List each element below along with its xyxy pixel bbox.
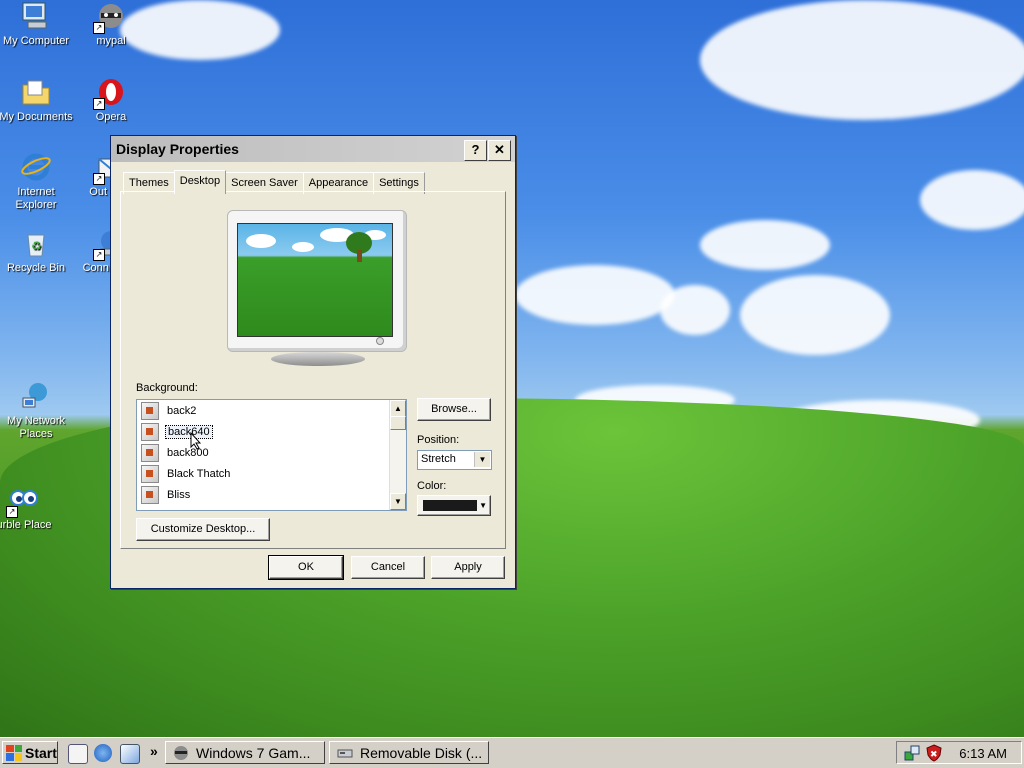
apply-button[interactable]: Apply <box>431 556 505 579</box>
internet-explorer-icon[interactable] <box>94 744 112 762</box>
desktop-icon-recycle-bin[interactable]: ♻ Recycle Bin <box>0 227 74 275</box>
background-listbox[interactable]: back2 back640 back800 Black Thatch Bliss… <box>136 399 407 511</box>
svg-text:♻: ♻ <box>31 239 42 253</box>
listbox-scrollbar[interactable]: ▲ ▼ <box>389 400 406 510</box>
desktop-icon-internet-explorer[interactable]: Internet Explorer <box>0 151 74 212</box>
cloud <box>660 285 730 335</box>
monitor-preview <box>227 210 407 352</box>
tab-desktop[interactable]: Desktop <box>173 170 227 194</box>
ok-button[interactable]: OK <box>268 555 344 580</box>
svg-text:✖: ✖ <box>930 750 938 760</box>
dialog-title: Display Properties <box>116 141 239 157</box>
network-places-icon <box>20 380 52 412</box>
image-file-icon <box>141 401 159 420</box>
system-tray: ✖ 6:13 AM <box>896 741 1022 764</box>
outlook-express-icon[interactable] <box>120 744 140 764</box>
customize-desktop-button[interactable]: Customize Desktop... <box>136 518 270 541</box>
monitor-stand <box>271 352 365 366</box>
wallpaper-preview <box>237 223 393 337</box>
close-button[interactable]: ✕ <box>488 140 511 161</box>
display-properties-dialog: Display Properties ? ✕ Themes Desktop Sc… <box>110 135 516 589</box>
list-item-selected[interactable]: back640 <box>137 421 406 442</box>
mypal-raccoon-icon: ↗ <box>93 0 127 34</box>
image-file-icon <box>141 485 159 504</box>
desktop-icon-my-documents[interactable]: My Documents <box>0 76 74 124</box>
browse-button[interactable]: Browse... <box>417 398 491 421</box>
cancel-button[interactable]: Cancel <box>351 556 425 579</box>
start-button[interactable]: Start <box>2 741 58 764</box>
taskbar: Start » Windows 7 Gam... Removable Disk … <box>0 737 1024 768</box>
desktop-icon-my-network-places[interactable]: My Network Places <box>0 380 74 441</box>
color-label: Color: <box>417 480 447 492</box>
desktop-tab-panel: Background: back2 back640 back800 Black … <box>120 191 506 549</box>
image-file-icon <box>141 422 159 441</box>
desktop-icon-my-computer[interactable]: My Computer <box>0 0 74 48</box>
removable-disk-icon <box>337 749 353 757</box>
purble-place-icon: ↗ <box>6 484 40 518</box>
cloud <box>700 0 1024 120</box>
scroll-thumb[interactable] <box>390 416 406 430</box>
cloud <box>740 275 890 355</box>
cloud <box>700 220 830 270</box>
scroll-down-button[interactable]: ▼ <box>390 493 406 510</box>
windows-logo-icon <box>6 744 22 761</box>
desktop-icon-opera[interactable]: ↗ Opera <box>73 76 149 124</box>
image-file-icon <box>141 443 159 462</box>
color-picker-button[interactable]: ▼ <box>417 495 491 516</box>
recycle-bin-icon: ♻ <box>20 227 52 259</box>
desktop-icon-purble-place[interactable]: ↗ urble Place <box>0 484 62 532</box>
shortcut-arrow-icon: ↗ <box>93 249 105 261</box>
cloud <box>920 170 1024 230</box>
security-shield-icon[interactable]: ✖ <box>925 744 943 762</box>
position-value: Stretch <box>421 453 456 465</box>
show-desktop-icon[interactable] <box>68 744 88 764</box>
position-select[interactable]: Stretch ▼ <box>417 450 492 470</box>
image-file-icon <box>141 464 159 483</box>
background-label: Background: <box>136 382 198 394</box>
list-item[interactable]: back800 <box>137 442 406 463</box>
internet-explorer-icon <box>20 151 52 183</box>
dropdown-arrow-icon[interactable]: ▼ <box>474 452 490 467</box>
list-item[interactable]: Black Thatch <box>137 463 406 484</box>
dialog-titlebar[interactable]: Display Properties ? ✕ <box>111 136 515 162</box>
my-documents-icon <box>20 76 52 108</box>
quicklaunch-overflow-icon[interactable]: » <box>150 743 158 759</box>
taskbar-item-removable-disk[interactable]: Removable Disk (... <box>329 741 489 764</box>
shortcut-arrow-icon: ↗ <box>93 173 105 185</box>
list-item[interactable]: back2 <box>137 400 406 421</box>
cloud <box>515 265 675 325</box>
shortcut-arrow-icon: ↗ <box>93 22 105 34</box>
my-computer-icon <box>20 0 52 32</box>
raccoon-icon <box>174 745 188 760</box>
scroll-up-button[interactable]: ▲ <box>390 400 406 417</box>
clock: 6:13 AM <box>959 746 1007 761</box>
dropdown-arrow-icon: ▼ <box>479 501 487 510</box>
network-tray-icon[interactable] <box>903 744 921 762</box>
shortcut-arrow-icon: ↗ <box>93 98 105 110</box>
desktop-icon-mypal[interactable]: ↗ mypal <box>73 0 149 48</box>
help-button[interactable]: ? <box>464 140 487 161</box>
color-swatch <box>423 500 477 511</box>
opera-icon: ↗ <box>93 76 127 110</box>
shortcut-arrow-icon: ↗ <box>6 506 18 518</box>
mouse-pointer-icon <box>190 432 202 450</box>
taskbar-item-windows7-games[interactable]: Windows 7 Gam... <box>165 741 325 764</box>
list-item[interactable]: Bliss <box>137 484 406 505</box>
power-led <box>376 337 384 345</box>
position-label: Position: <box>417 434 460 446</box>
